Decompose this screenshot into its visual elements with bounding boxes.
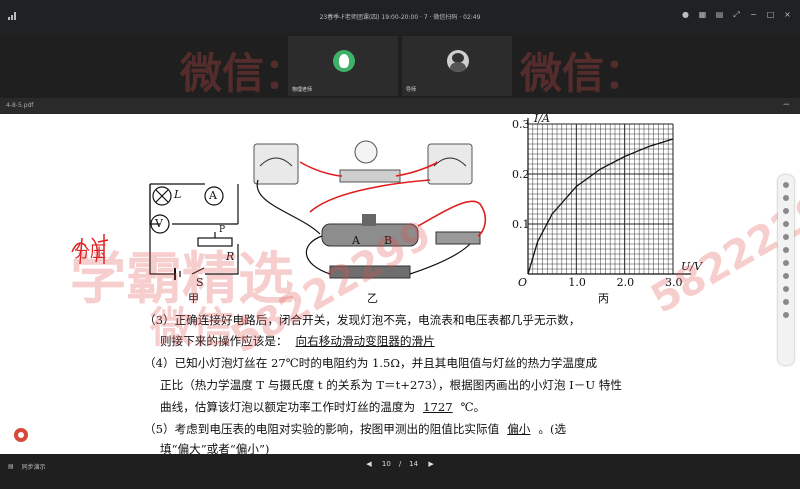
collapse-icon[interactable]: −: [782, 100, 790, 110]
q4-line3: 曲线，估算该灯泡以额定功率工作时灯丝的温度为 1727 ℃。: [160, 399, 485, 415]
bulb-icon: [354, 140, 378, 164]
next-page-button[interactable]: ▶: [428, 460, 433, 468]
bottom-bar: ▤ 同步演示 ◀ 10/14 ▶: [0, 454, 800, 489]
color-icon[interactable]: [783, 260, 789, 266]
caption-yi: 乙: [367, 292, 378, 305]
record-button[interactable]: [14, 428, 28, 442]
minimize-icon[interactable]: −: [749, 10, 758, 19]
y-axis-label: I/A: [533, 114, 550, 125]
maximize-icon[interactable]: □: [766, 10, 775, 19]
text-icon[interactable]: [783, 234, 789, 240]
x-tick-label: 2.0: [617, 276, 635, 289]
save-icon[interactable]: [783, 312, 789, 318]
page-current: 10: [381, 460, 391, 468]
q5-after: 。(选: [538, 422, 567, 436]
watermark-wechat-top-2: 微信：: [520, 49, 647, 98]
grid-icon[interactable]: ▤: [715, 10, 724, 19]
y-tick-label: 0.3: [512, 118, 530, 131]
prev-page-button[interactable]: ◀: [366, 460, 371, 468]
q3-answer: 向右移动滑动变阻器的滑片: [295, 334, 435, 348]
label-A: A: [209, 189, 217, 202]
switch-device: [435, 231, 481, 245]
participant-name: 导师: [406, 87, 417, 93]
page-separator: /: [398, 460, 402, 468]
highlighter-icon[interactable]: [783, 208, 789, 214]
x-tick-label: 1.0: [568, 276, 586, 289]
origin-label: O: [518, 276, 527, 289]
pdf-page: 1.0 2.0 3.0 0.1 0.2 0.3 O U/V I/A L A V R S P A …: [0, 114, 800, 454]
mic-icon[interactable]: ●: [681, 10, 690, 19]
q5-line2: 填“偏大”或者“偏小”): [160, 442, 270, 454]
watermark-wechat-top: 微信：: [180, 49, 307, 98]
layout-icon[interactable]: ▦: [698, 10, 707, 19]
handwriting-note: 分压: [74, 242, 107, 261]
label-L: L: [174, 188, 182, 201]
video-strip: 物理老师 导师: [0, 34, 800, 98]
q5-line1: （5）考虑到电压表的电阻对实验的影响，按图甲测出的阻值比实际值 偏小 。(选: [144, 421, 566, 437]
q4-prompt: 曲线，估算该灯泡以额定功率工作时灯丝的温度为: [160, 400, 416, 414]
y-tick-label: 0.1: [512, 218, 530, 231]
clear-icon[interactable]: [783, 299, 789, 305]
video-tile-mentor[interactable]: 导师: [402, 36, 512, 96]
fullscreen-icon[interactable]: ⤢: [732, 10, 741, 19]
caption-bing: 丙: [598, 292, 609, 305]
document-tab-bar: 4-8-5.pdf −: [0, 98, 800, 114]
eraser-icon[interactable]: [783, 221, 789, 227]
iu-chart: 1.0 2.0 3.00.10.20.3OU/VI/A: [512, 114, 703, 289]
q4-unit: ℃。: [460, 400, 486, 414]
q4-line1: （4）已知小灯泡灯丝在 27℃时的电阻约为 1.5Ω，并且其电阻值与灯丝的热力学…: [144, 356, 598, 370]
lamp-holder: [339, 169, 401, 183]
page-total: 14: [409, 460, 419, 468]
annotation-toolbar: [778, 175, 794, 365]
q4-line2: 正比（热力学温度 T 与摄氏度 t 的关系为 T＝t+273），根据图丙画出的小…: [160, 378, 622, 392]
meeting-top-bar: 23春季-F老师团课(四) 19:00-20:00 · 7 · 微信扫码 · 0…: [0, 0, 800, 34]
close-icon[interactable]: ×: [783, 10, 792, 19]
redo-icon[interactable]: [783, 286, 789, 292]
watermark-wechat: 微信：: [150, 303, 277, 352]
avatar: [333, 50, 355, 72]
undo-icon[interactable]: [783, 273, 789, 279]
q5-prompt: （5）考虑到电压表的电阻对实验的影响，按图甲测出的阻值比实际值: [144, 422, 500, 436]
voltmeter-device: [253, 143, 299, 185]
meeting-title: 23春季-F老师团课(四) 19:00-20:00 · 7 · 微信扫码 · 0…: [319, 14, 481, 21]
shape-icon[interactable]: [783, 247, 789, 253]
document-filename: 4-8-5.pdf: [6, 102, 34, 109]
avatar: [447, 50, 469, 72]
label-V: V: [155, 217, 163, 230]
y-tick-label: 0.2: [512, 168, 530, 181]
pointer-icon[interactable]: [783, 182, 789, 188]
q4-answer: 1727: [423, 400, 453, 414]
pen-icon[interactable]: [783, 195, 789, 201]
q5-answer: 偏小: [507, 422, 531, 436]
